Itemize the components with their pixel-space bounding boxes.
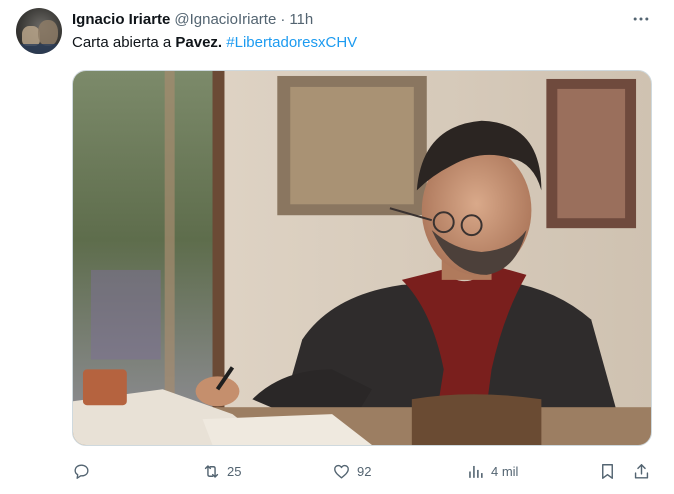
avatar-figure bbox=[38, 20, 58, 46]
views-count: 4 mil bbox=[491, 463, 519, 479]
like-count: 92 bbox=[357, 463, 372, 479]
like-button[interactable]: 92 bbox=[332, 458, 371, 484]
bookmark-button[interactable] bbox=[598, 458, 617, 484]
author-handle[interactable]: @IgnacioIriarte bbox=[174, 11, 276, 28]
share-button[interactable] bbox=[632, 458, 651, 484]
reply-icon bbox=[74, 463, 89, 479]
retweet-button[interactable]: 25 bbox=[202, 458, 241, 484]
views-button[interactable]: 4 mil bbox=[466, 458, 518, 484]
tweet-actions: 25 92 4 mil bbox=[72, 458, 658, 484]
share-icon bbox=[634, 463, 649, 479]
retweet-icon bbox=[204, 464, 219, 478]
tweet-mention: Pavez. bbox=[175, 34, 223, 51]
photo-writer-at-desk bbox=[73, 71, 651, 445]
separator-dot: · bbox=[280, 10, 286, 28]
heart-icon bbox=[334, 464, 349, 479]
tweet-text: Carta abierta a Pavez. #LibertadoresxCHV bbox=[72, 33, 357, 53]
hashtag-link[interactable]: #LibertadoresxCHV bbox=[226, 34, 357, 51]
views-chart-icon bbox=[469, 465, 483, 478]
tweet-timestamp[interactable]: 11h bbox=[289, 11, 313, 28]
avatar-figure bbox=[16, 44, 62, 54]
tweet-card[interactable]: Ignacio Iriarte @IgnacioIriarte · 11h Ca… bbox=[0, 0, 674, 494]
retweet-count: 25 bbox=[227, 463, 242, 479]
tweet-header: Ignacio Iriarte @IgnacioIriarte · 11h bbox=[72, 9, 313, 29]
reply-button[interactable] bbox=[72, 458, 97, 484]
more-options-button[interactable] bbox=[628, 8, 654, 30]
bookmark-icon bbox=[602, 463, 613, 479]
author-name[interactable]: Ignacio Iriarte bbox=[72, 11, 170, 28]
avatar[interactable] bbox=[16, 8, 62, 54]
more-horizontal-icon bbox=[633, 17, 649, 21]
tweet-image[interactable] bbox=[72, 70, 652, 446]
tweet-text-body: Carta abierta a bbox=[72, 34, 176, 51]
